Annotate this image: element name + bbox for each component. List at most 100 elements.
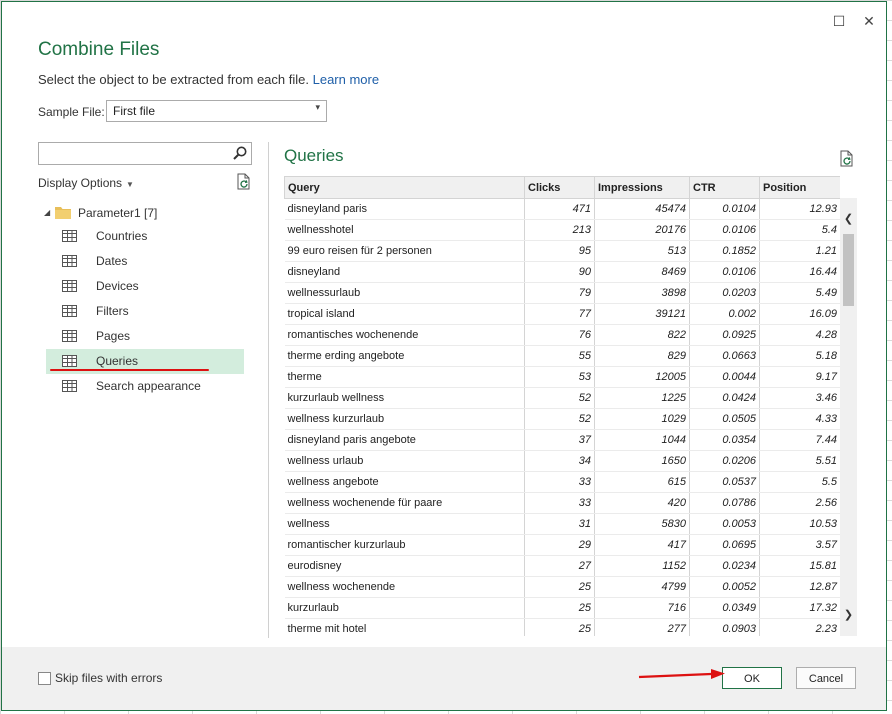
table-cell: 1044 xyxy=(594,429,690,451)
folder-name: Parameter1 xyxy=(78,206,141,220)
ok-button[interactable]: OK xyxy=(722,667,782,689)
table-icon xyxy=(62,355,77,367)
table-cell: 213 xyxy=(524,219,595,241)
scroll-down-icon[interactable]: ❯ xyxy=(840,606,857,624)
table-icon xyxy=(62,380,77,392)
tree-item-search-appearance[interactable]: Search appearance xyxy=(46,374,244,399)
table-row: 99 euro reisen für 2 personen 95 513 0.1852… xyxy=(284,240,840,262)
table-cell: 77 xyxy=(524,303,595,325)
scroll-up-icon[interactable]: ❮ xyxy=(840,210,857,228)
table-icon xyxy=(62,305,77,317)
table-cell: 4.28 xyxy=(759,324,840,346)
cancel-button[interactable]: Cancel xyxy=(796,667,856,689)
preview-table-container: Query Clicks Impressions CTR Position disney… xyxy=(284,176,840,636)
table-row: disneyland paris 471 45474 0.0104 12.93 xyxy=(284,198,840,220)
table-cell: 15.81 xyxy=(759,555,840,577)
tree-item-filters[interactable]: Filters xyxy=(46,299,244,324)
table-cell: 4799 xyxy=(594,576,690,598)
tree-item-label: Devices xyxy=(96,279,139,293)
table-cell: 3898 xyxy=(594,282,690,304)
table-cell: 471 xyxy=(524,198,595,220)
scroll-thumb[interactable] xyxy=(843,234,854,306)
maximize-icon[interactable]: ☐ xyxy=(828,10,850,32)
red-underline-annotation xyxy=(50,369,209,371)
tree-folder-parameter1[interactable]: ◢ Parameter1 [7] xyxy=(38,202,254,224)
column-header[interactable]: Query xyxy=(284,176,525,199)
table-cell: 0.002 xyxy=(689,303,760,325)
sample-file-value: First file xyxy=(113,104,155,118)
vertical-scrollbar[interactable]: ❮ ❯ xyxy=(840,198,857,636)
table-cell: therme xyxy=(284,366,525,388)
caret-down-icon: ▼ xyxy=(126,180,134,189)
table-cell: 615 xyxy=(594,471,690,493)
refresh-file-icon[interactable] xyxy=(235,173,253,191)
tree-item-label: Filters xyxy=(96,304,129,318)
column-header[interactable]: CTR xyxy=(689,176,760,199)
chevron-down-icon: ▾ xyxy=(315,102,320,112)
table-cell: 52 xyxy=(524,408,595,430)
close-icon[interactable]: ✕ xyxy=(858,10,880,32)
table-cell: 0.0663 xyxy=(689,345,760,367)
column-header[interactable]: Impressions xyxy=(594,176,690,199)
table-cell: 5.18 xyxy=(759,345,840,367)
table-cell: 0.1852 xyxy=(689,240,760,262)
table-cell: wellness xyxy=(284,513,525,535)
tree-item-label: Search appearance xyxy=(96,379,201,393)
table-cell: 0.0106 xyxy=(689,261,760,283)
table-row: therme 53 12005 0.0044 9.17 xyxy=(284,366,840,388)
table-cell: 420 xyxy=(594,492,690,514)
table-cell: 7.44 xyxy=(759,429,840,451)
preview-table: Query Clicks Impressions CTR Position disney… xyxy=(284,176,840,636)
table-row: wellness urlaub 34 1650 0.0206 5.51 xyxy=(284,450,840,472)
tree-item-label: Dates xyxy=(96,254,128,268)
folder-count: [7] xyxy=(144,206,158,220)
table-cell: 27 xyxy=(524,555,595,577)
table-cell: 39121 xyxy=(594,303,690,325)
tree-item-label: Countries xyxy=(96,229,148,243)
table-row: wellness angebote 33 615 0.0537 5.5 xyxy=(284,471,840,493)
table-cell: disneyland paris angebote xyxy=(284,429,525,451)
table-cell: 0.0349 xyxy=(689,597,760,619)
tree-item-label: Queries xyxy=(96,354,139,368)
table-cell: 33 xyxy=(524,492,595,514)
table-cell: 0.0354 xyxy=(689,429,760,451)
table-cell: 31 xyxy=(524,513,595,535)
table-cell: 1650 xyxy=(594,450,690,472)
table-icon xyxy=(62,230,77,242)
tree-item-devices[interactable]: Devices xyxy=(46,274,244,299)
tree-item-dates[interactable]: Dates xyxy=(46,249,244,274)
table-cell: 2.56 xyxy=(759,492,840,514)
column-header[interactable]: Position xyxy=(759,176,840,199)
tree-item-pages[interactable]: Pages xyxy=(46,324,244,349)
table-cell: kurzurlaub wellness xyxy=(284,387,525,409)
tree-item-label: Pages xyxy=(96,329,131,343)
table-row: wellness wochenende 25 4799 0.0052 12.87 xyxy=(284,576,840,598)
table-cell: 5.4 xyxy=(759,219,840,241)
table-cell: 0.0505 xyxy=(689,408,760,430)
refresh-preview-icon[interactable] xyxy=(838,150,856,168)
display-options-menu[interactable]: Display Options ▼ xyxy=(38,176,134,190)
column-header[interactable]: Clicks xyxy=(524,176,595,199)
table-cell: 1152 xyxy=(594,555,690,577)
table-cell: 0.0052 xyxy=(689,576,760,598)
pane-divider xyxy=(268,142,269,638)
collapse-triangle-icon[interactable]: ◢ xyxy=(44,202,50,224)
tree-item-countries[interactable]: Countries xyxy=(46,224,244,249)
table-cell: 417 xyxy=(594,534,690,556)
table-cell: 1.21 xyxy=(759,240,840,262)
dialog-footer: Skip files with errors OK Cancel xyxy=(2,647,886,710)
table-cell: 45474 xyxy=(594,198,690,220)
table-icon xyxy=(62,255,77,267)
sample-file-select[interactable]: First file ▾ xyxy=(106,100,327,122)
search-input[interactable] xyxy=(38,142,252,165)
table-cell: 99 euro reisen für 2 personen xyxy=(284,240,525,262)
table-cell: 25 xyxy=(524,576,595,598)
table-cell: 829 xyxy=(594,345,690,367)
table-cell: eurodisney xyxy=(284,555,525,577)
learn-more-link[interactable]: Learn more xyxy=(313,72,379,87)
table-cell: 29 xyxy=(524,534,595,556)
folder-icon xyxy=(55,207,71,219)
search-icon[interactable] xyxy=(232,145,248,161)
skip-errors-checkbox[interactable] xyxy=(38,672,51,685)
table-cell: 513 xyxy=(594,240,690,262)
